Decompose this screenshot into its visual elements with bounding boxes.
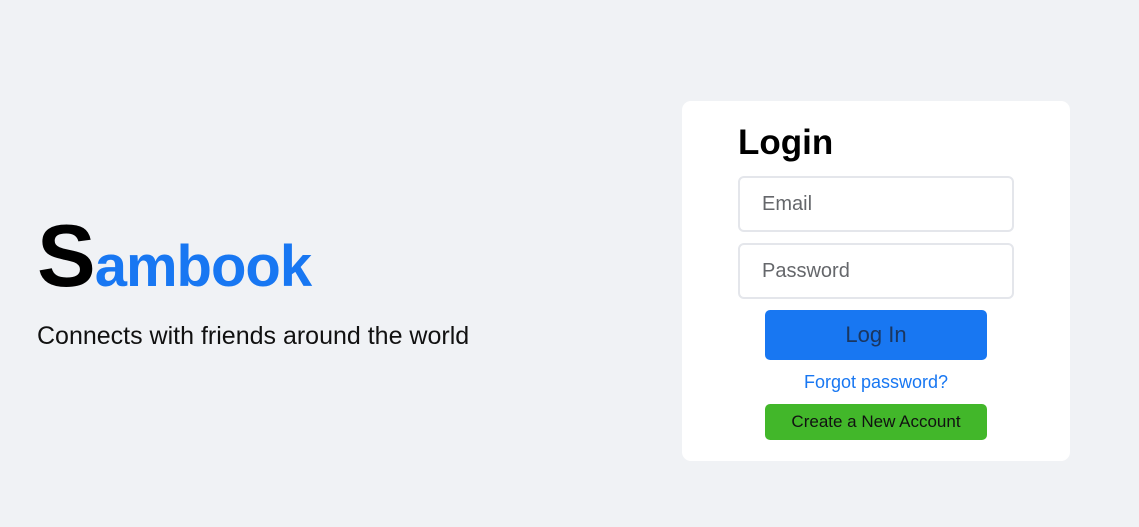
create-account-button[interactable]: Create a New Account: [765, 404, 987, 440]
login-title: Login: [738, 123, 834, 162]
login-card: Login Log In Forgot password? Create a N…: [682, 101, 1070, 461]
sambook-logo: Sambook: [37, 212, 469, 300]
logo-initial: S: [37, 206, 96, 305]
forgot-password-link[interactable]: Forgot password?: [682, 372, 1070, 393]
tagline: Connects with friends around the world: [37, 322, 470, 350]
email-field[interactable]: [738, 176, 1014, 232]
logo-wordmark: ambook: [94, 234, 312, 299]
password-field[interactable]: [738, 243, 1014, 299]
brand-section: Sambook Connects with friends around the…: [37, 212, 469, 351]
login-button[interactable]: Log In: [765, 310, 987, 360]
login-page: Sambook Connects with friends around the…: [0, 0, 1139, 527]
